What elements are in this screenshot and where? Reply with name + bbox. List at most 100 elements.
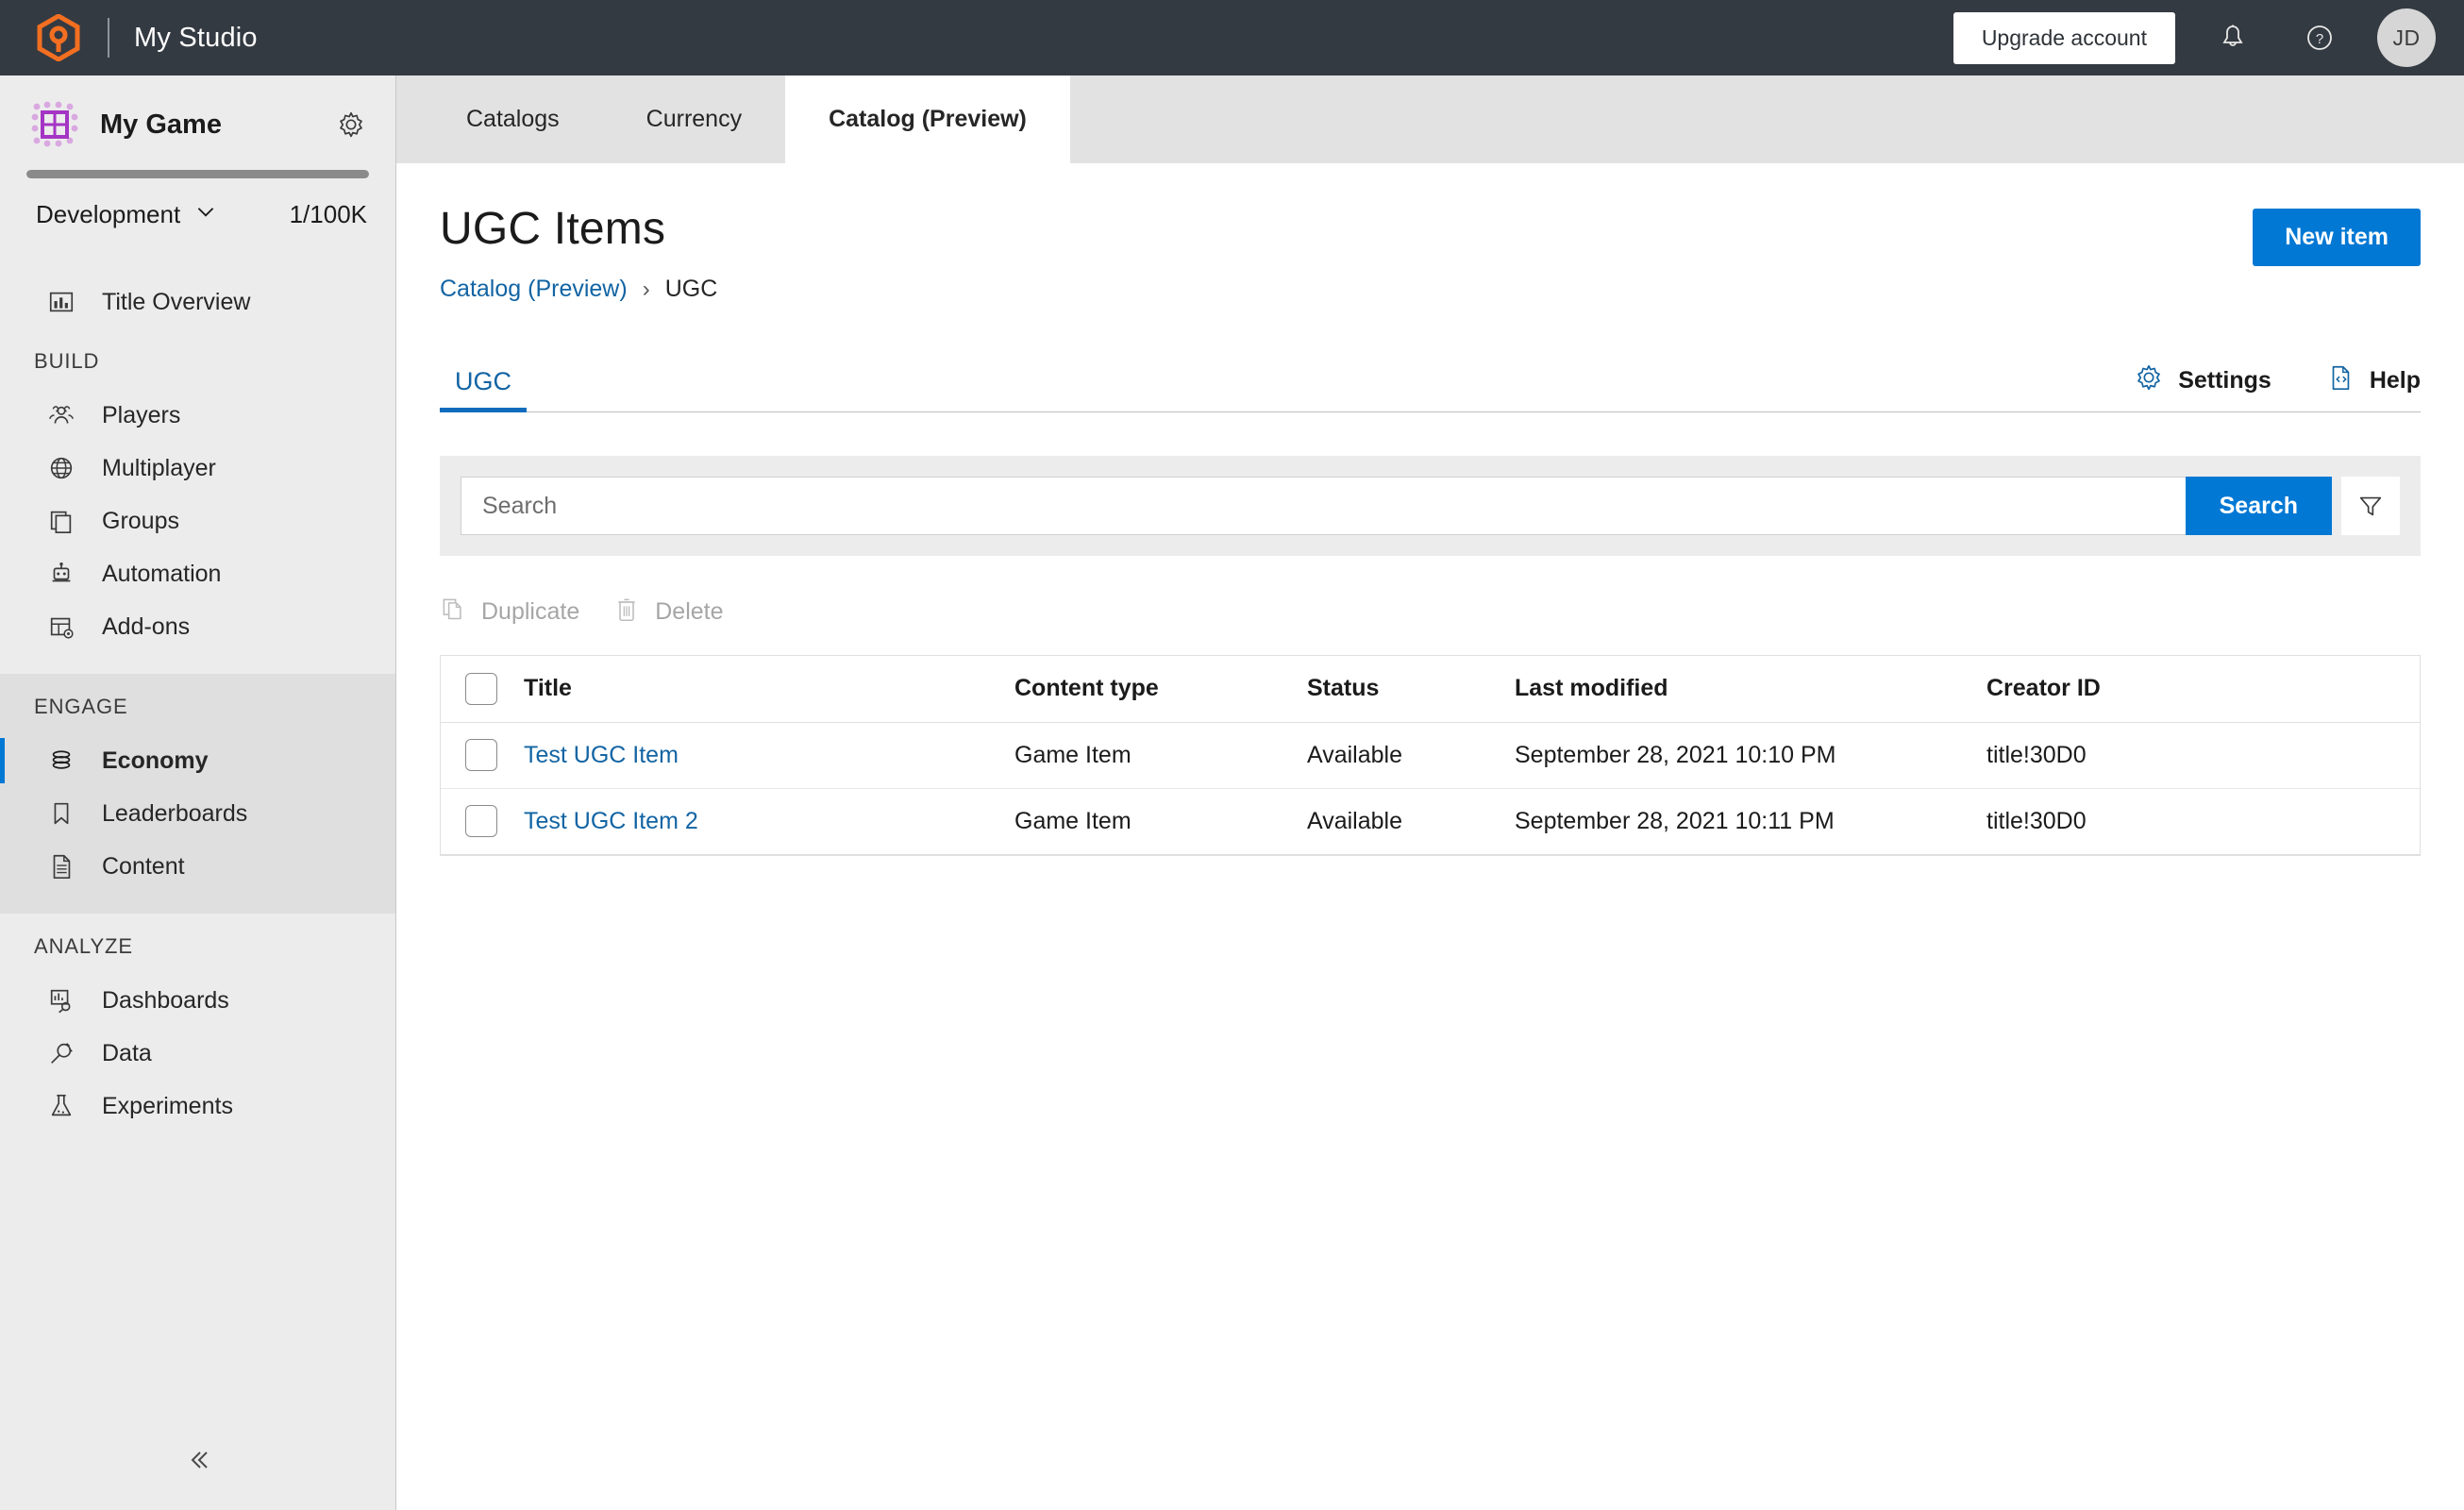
people-icon — [45, 399, 77, 431]
sidebar-item-label: Experiments — [102, 1092, 233, 1119]
document-lines-icon — [45, 850, 77, 882]
settings-label: Settings — [2178, 367, 2271, 394]
coins-stack-icon — [45, 745, 77, 777]
studio-title: My Studio — [134, 22, 258, 53]
sidebar-group-analyze: ANALYZE Dashboards Data Experiments — [0, 914, 395, 1153]
game-header: My Game — [0, 76, 395, 170]
breadcrumb: Catalog (Preview) › UGC — [440, 276, 717, 303]
sidebar-item-label: Dashboards — [102, 986, 229, 1014]
gear-icon[interactable] — [335, 109, 367, 141]
sidebar-item-content[interactable]: Content — [0, 840, 395, 893]
sidebar-item-label: Title Overview — [102, 288, 251, 315]
chevron-down-icon — [193, 199, 218, 230]
sidebar-item-groups[interactable]: Groups — [0, 495, 395, 547]
breadcrumb-link-catalog-preview[interactable]: Catalog (Preview) — [440, 276, 628, 303]
sidebar-item-multiplayer[interactable]: Multiplayer — [0, 442, 395, 495]
game-name: My Game — [100, 109, 222, 140]
row-checkbox[interactable] — [465, 805, 497, 837]
page-header-text: UGC Items Catalog (Preview) › UGC — [440, 203, 717, 303]
environment-row: Development 1/100K — [0, 178, 395, 255]
table-gear-icon — [45, 611, 77, 643]
sidebar-item-data[interactable]: Data — [0, 1027, 395, 1080]
delete-button[interactable]: Delete — [613, 596, 724, 629]
sidebar-item-add-ons[interactable]: Add-ons — [0, 600, 395, 653]
cell-creator-id: title!30D0 — [1986, 807, 2087, 834]
body: My Game Development 1/100K Title Overvie… — [0, 76, 2464, 1510]
playfab-hexagon-logo-icon[interactable] — [36, 13, 81, 62]
new-item-button[interactable]: New item — [2253, 209, 2421, 266]
cell-creator-id: title!30D0 — [1986, 741, 2087, 768]
sidebar-item-label: Content — [102, 852, 185, 880]
cell-status: Available — [1307, 807, 1403, 834]
column-header-creator-id[interactable]: Creator ID — [1986, 656, 2420, 723]
help-button[interactable]: Help — [2326, 363, 2421, 398]
stacked-pages-icon — [45, 505, 77, 537]
search-panel: Search — [440, 456, 2421, 556]
cell-content-type: Game Item — [1014, 741, 1131, 768]
storage-progress — [0, 170, 395, 178]
tab-catalogs[interactable]: Catalogs — [423, 76, 603, 163]
sidebar-item-dashboards[interactable]: Dashboards — [0, 974, 395, 1027]
item-link[interactable]: Test UGC Item — [524, 742, 679, 768]
sidebar-item-automation[interactable]: Automation — [0, 547, 395, 600]
delete-label: Delete — [655, 598, 724, 625]
game-grid-icon — [30, 100, 79, 149]
trash-icon — [613, 596, 640, 629]
duplicate-label: Duplicate — [481, 598, 580, 625]
tab-currency[interactable]: Currency — [603, 76, 785, 163]
sidebar-item-label: Data — [102, 1039, 152, 1066]
cell-title: Test UGC Item — [524, 722, 1014, 788]
table-toolbar: Duplicate Delete — [440, 596, 2421, 629]
sub-tab-row: UGC Settings Help — [440, 343, 2421, 412]
environment-selector[interactable]: Development — [15, 199, 218, 230]
sidebar-nav: Title Overview BUILD Players Multiplayer… — [0, 255, 395, 1510]
column-header-content-type[interactable]: Content type — [1014, 656, 1307, 723]
sub-tab-ugc[interactable]: UGC — [440, 367, 527, 412]
settings-button[interactable]: Settings — [2135, 363, 2271, 398]
sidebar-item-label: Players — [102, 401, 181, 428]
table-header-row: Title Content type Status Last modified … — [441, 656, 2420, 723]
sidebar-item-leaderboards[interactable]: Leaderboards — [0, 787, 395, 840]
row-checkbox[interactable] — [465, 739, 497, 771]
column-header-status[interactable]: Status — [1307, 656, 1515, 723]
sidebar-item-title-overview[interactable]: Title Overview — [0, 276, 395, 328]
chart-magnifier-icon — [45, 984, 77, 1016]
duplicate-button[interactable]: Duplicate — [440, 596, 579, 629]
cell-last-modified: September 28, 2021 10:10 PM — [1515, 741, 1836, 768]
page-header-actions: Settings Help — [2135, 363, 2421, 411]
table-row[interactable]: Test UGC Item Game Item Available Septem… — [441, 722, 2420, 788]
quota-label: 1/100K — [289, 200, 367, 228]
upgrade-account-button[interactable]: Upgrade account — [1953, 11, 2175, 64]
sidebar-item-players[interactable]: Players — [0, 389, 395, 442]
sidebar-item-label: Leaderboards — [102, 799, 248, 827]
sidebar-group-build: BUILD Players Multiplayer Groups Automat… — [0, 328, 395, 674]
table-row[interactable]: Test UGC Item 2 Game Item Available Sept… — [441, 788, 2420, 854]
tab-catalog-preview[interactable]: Catalog (Preview) — [785, 76, 1070, 163]
brand-divider — [108, 18, 109, 58]
sidebar-group-label: ENGAGE — [34, 695, 128, 718]
page-header: UGC Items Catalog (Preview) › UGC New it… — [396, 163, 2464, 303]
select-all-checkbox[interactable] — [465, 672, 497, 705]
avatar[interactable]: JD — [2377, 8, 2436, 67]
column-header-title[interactable]: Title — [524, 656, 1014, 723]
gear-icon — [2135, 363, 2163, 398]
sidebar-item-economy[interactable]: Economy — [0, 734, 395, 787]
globe-icon — [45, 452, 77, 484]
search-button[interactable]: Search — [2185, 477, 2332, 535]
sidebar-item-label: Groups — [102, 507, 179, 534]
avatar-initials: JD — [2392, 25, 2421, 50]
sidebar-item-experiments[interactable]: Experiments — [0, 1080, 395, 1132]
double-chevron-left-icon[interactable] — [0, 1434, 395, 1485]
page-title: UGC Items — [440, 204, 666, 254]
help-question-icon[interactable]: ? — [2290, 8, 2349, 67]
sidebar-group-label: ANALYZE — [34, 934, 133, 958]
column-header-last-modified[interactable]: Last modified — [1515, 656, 1986, 723]
notification-bell-icon[interactable] — [2204, 8, 2262, 67]
funnel-filter-icon[interactable] — [2341, 477, 2400, 535]
search-input[interactable] — [461, 477, 2186, 535]
help-label: Help — [2369, 367, 2421, 394]
code-document-icon — [2326, 363, 2355, 398]
copy-icon — [440, 596, 466, 629]
item-link[interactable]: Test UGC Item 2 — [524, 808, 698, 834]
bookmark-icon — [45, 797, 77, 830]
